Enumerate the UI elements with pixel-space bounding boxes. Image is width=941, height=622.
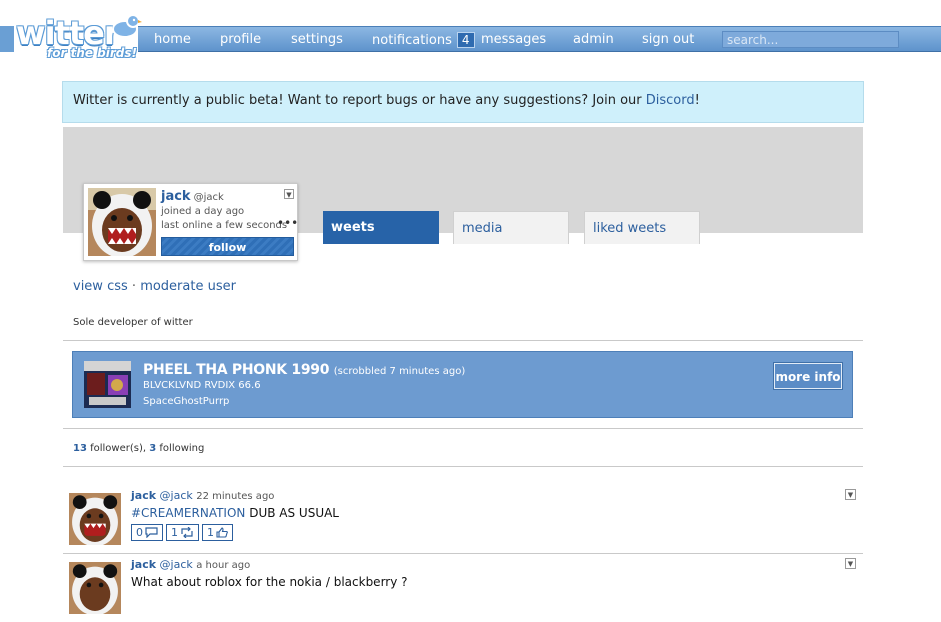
nav-notifications[interactable]: notifications 4: [372, 32, 475, 48]
weet-header: jack @jack 22 minutes ago: [131, 489, 274, 502]
weet-author-handle[interactable]: @jack: [160, 558, 193, 571]
main-nav: home profile settings notifications 4 mes…: [138, 26, 941, 52]
notifications-count-badge: 4: [456, 32, 475, 48]
nav-messages[interactable]: messages: [481, 32, 546, 47]
divider: [63, 340, 863, 341]
weet-header: jack @jack a hour ago: [131, 558, 250, 571]
reweet-count: 1: [171, 526, 178, 539]
follow-button[interactable]: follow: [161, 237, 294, 256]
weet-text: What about roblox for the nokia / blackb…: [131, 575, 408, 589]
comment-icon: [145, 527, 158, 539]
nav-left-strip: [0, 26, 14, 52]
weet-time: a hour ago: [196, 560, 251, 571]
nav-notifications-label: notifications: [372, 33, 452, 48]
beta-notice-text: Witter is currently a public beta! Want …: [73, 93, 646, 108]
weet-avatar[interactable]: [69, 493, 121, 545]
reply-button[interactable]: 0: [131, 524, 163, 541]
followers-count[interactable]: 13: [73, 443, 87, 454]
domo-avatar-image: [69, 493, 121, 545]
twitter-bird-icon: [112, 14, 142, 38]
reweet-icon: [181, 526, 193, 539]
profile-avatar: [88, 188, 156, 256]
weet-author-name[interactable]: jack: [131, 489, 156, 502]
nav-home[interactable]: home: [154, 32, 191, 47]
divider: [63, 466, 863, 467]
witter-logo[interactable]: witter for the birds!: [12, 10, 142, 62]
search-input[interactable]: [722, 31, 899, 48]
domo-avatar-image: [88, 188, 156, 256]
follow-stats: 13 follower(s), 3 following: [73, 443, 204, 454]
album-cover: [84, 361, 131, 408]
profile-joined: joined a day ago: [161, 206, 245, 217]
profile-links: view css · moderate user: [73, 279, 236, 294]
weet-author-handle[interactable]: @jack: [160, 489, 193, 502]
reweet-button[interactable]: 1: [166, 524, 199, 541]
album-name: BLVCKLVND RVDIX 66.6: [143, 380, 261, 391]
album-art-image: [84, 361, 131, 408]
beta-notice: Witter is currently a public beta! Want …: [62, 81, 864, 123]
chevron-down-icon[interactable]: ▼: [845, 489, 856, 500]
following-label: following: [159, 443, 205, 454]
weet-text-body: DUB AS USUAL: [245, 506, 339, 520]
artist-name: SpaceGhostPurrp: [143, 396, 230, 407]
profile-name-line: jack @jack: [161, 189, 224, 204]
followers-label: follower(s),: [90, 443, 147, 454]
nav-profile[interactable]: profile: [220, 32, 261, 47]
discord-link[interactable]: Discord: [646, 93, 695, 108]
like-button[interactable]: 1: [202, 524, 233, 541]
track-line: PHEEL THA PHONK 1990 (scrobbled 7 minute…: [143, 362, 465, 378]
view-css-link[interactable]: view css: [73, 279, 128, 294]
chevron-down-icon[interactable]: ▼: [284, 189, 294, 199]
logo-tagline: for the birds!: [47, 46, 137, 60]
tab-weets[interactable]: weets: [323, 211, 439, 244]
profile-last-online: last online a few seconds: [161, 220, 288, 231]
nav-sign-out[interactable]: sign out: [642, 32, 694, 47]
profile-card: jack @jack joined a day ago last online a…: [83, 183, 298, 261]
domo-avatar-image: [69, 562, 121, 614]
divider: [63, 553, 863, 554]
link-separator: ·: [131, 279, 137, 294]
moderate-user-link[interactable]: moderate user: [140, 279, 236, 294]
top-bar: witter for the birds! home profile setti…: [0, 0, 941, 62]
now-playing-card: PHEEL THA PHONK 1990 (scrobbled 7 minute…: [72, 351, 853, 418]
hashtag-link[interactable]: #CREAMERNATION: [131, 506, 245, 520]
weet-avatar[interactable]: [69, 562, 121, 614]
more-options-icon[interactable]: •••: [277, 216, 298, 230]
weet-author-name[interactable]: jack: [131, 558, 156, 571]
profile-bio: Sole developer of witter: [73, 317, 193, 328]
weet-text: #CREAMERNATION DUB AS USUAL: [131, 506, 339, 520]
divider: [63, 428, 863, 429]
reply-count: 0: [136, 526, 143, 539]
tab-liked-weets[interactable]: liked weets: [584, 211, 700, 244]
weet-item: jack @jack 22 minutes ago #CREAMERNATION…: [63, 489, 863, 553]
like-count: 1: [207, 526, 214, 539]
weet-actions: 0 1 1: [131, 524, 236, 541]
chevron-down-icon[interactable]: ▼: [845, 558, 856, 569]
scrobble-time: (scrobbled 7 minutes ago): [333, 366, 466, 377]
beta-notice-end: !: [694, 93, 700, 108]
nav-admin[interactable]: admin: [573, 32, 614, 47]
profile-name[interactable]: jack: [161, 189, 191, 204]
following-count[interactable]: 3: [149, 443, 156, 454]
thumbs-up-icon: [216, 527, 228, 538]
more-info-button[interactable]: more info: [774, 363, 842, 389]
profile-handle: @jack: [193, 192, 224, 203]
weet-item: jack @jack a hour ago What about roblox …: [63, 558, 863, 622]
track-title: PHEEL THA PHONK 1990: [143, 362, 330, 378]
tab-media[interactable]: media: [453, 211, 569, 244]
nav-settings[interactable]: settings: [291, 32, 343, 47]
weet-time: 22 minutes ago: [196, 491, 275, 502]
